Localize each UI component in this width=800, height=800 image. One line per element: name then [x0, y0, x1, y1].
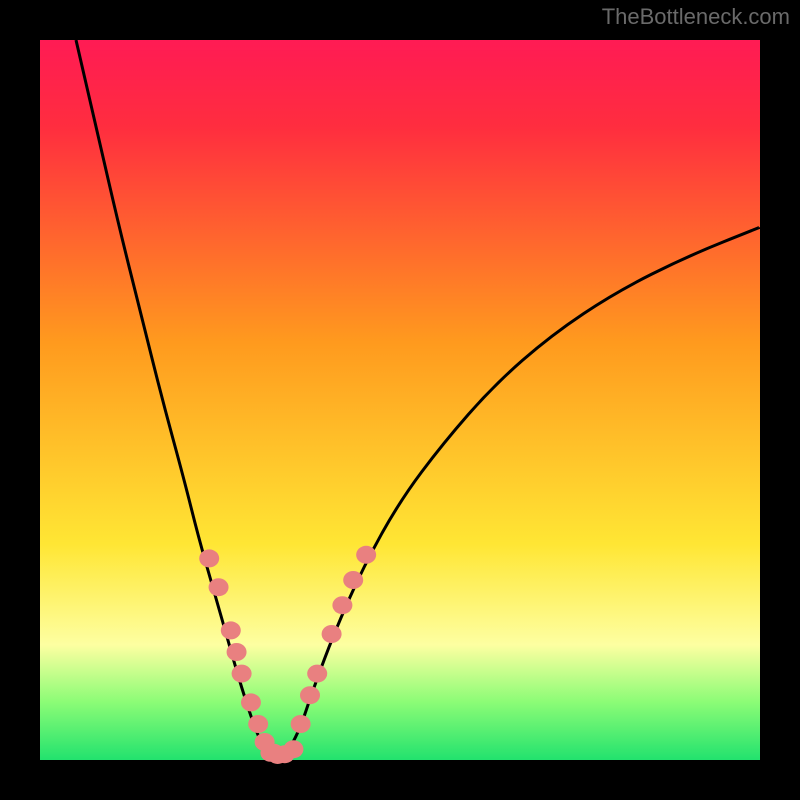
curve-canvas	[40, 40, 760, 760]
bottleneck-curve	[76, 40, 760, 756]
marker-right-2	[307, 665, 327, 683]
outer-frame: TheBottleneck.com	[0, 0, 800, 800]
marker-left-2	[221, 621, 241, 639]
marker-right-1	[300, 686, 320, 704]
marker-right-4	[332, 596, 352, 614]
marker-left-6	[248, 715, 268, 733]
marker-right-6	[356, 546, 376, 564]
marker-right-0	[291, 715, 311, 733]
watermark-text: TheBottleneck.com	[602, 4, 790, 30]
marker-right-5	[343, 571, 363, 589]
gradient-plot-area	[40, 40, 760, 760]
marker-left-5	[241, 693, 261, 711]
marker-left-0	[199, 549, 219, 567]
marker-right-3	[322, 625, 342, 643]
marker-left-4	[232, 665, 252, 683]
marker-left-1	[209, 578, 229, 596]
marker-left-3	[227, 643, 247, 661]
marker-bottom-3	[283, 740, 303, 758]
